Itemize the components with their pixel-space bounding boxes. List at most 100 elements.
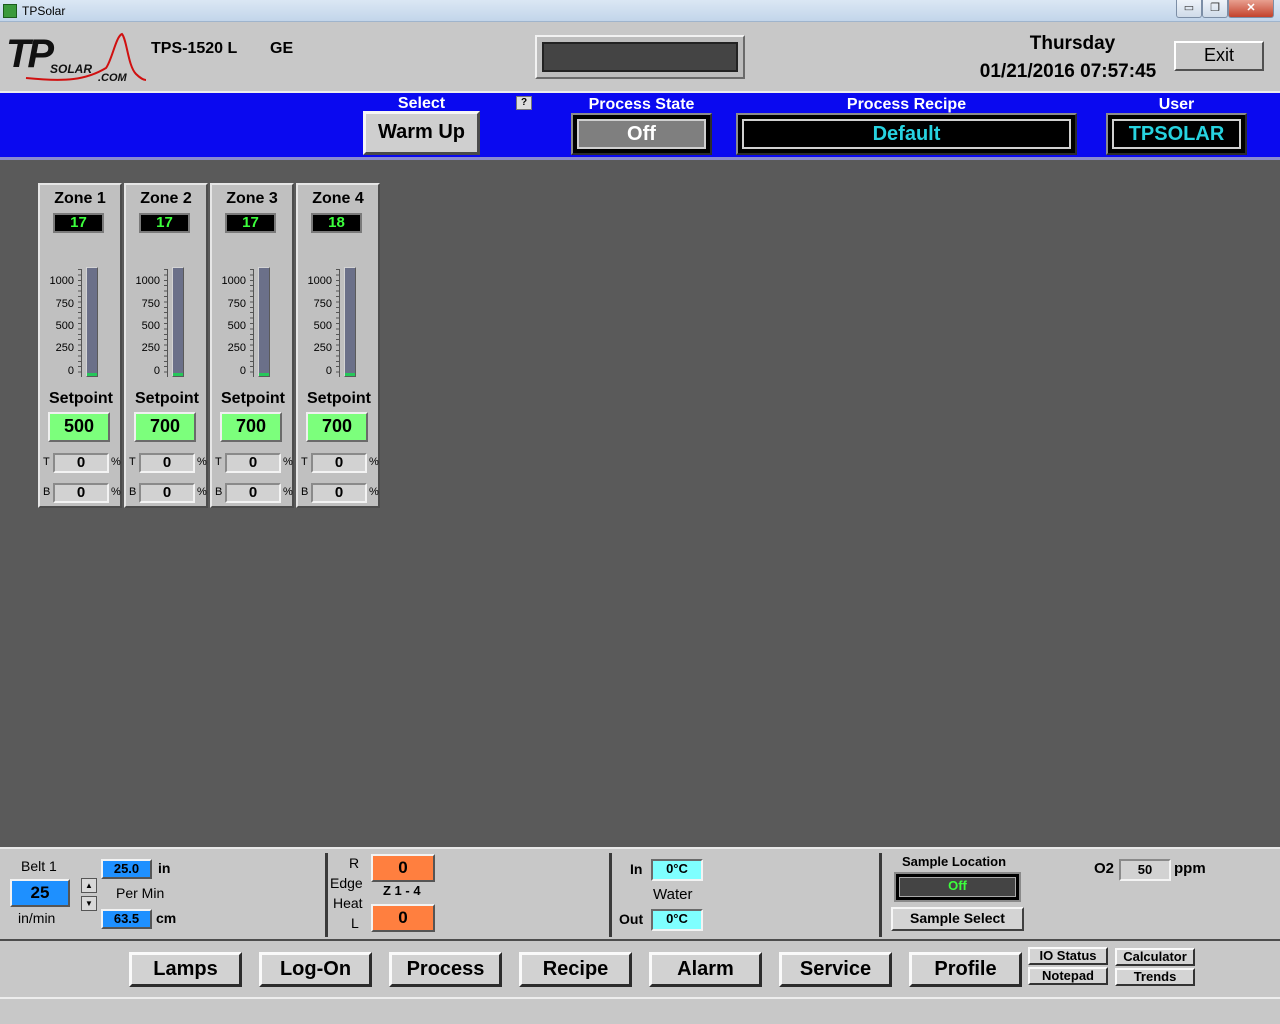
setpoint-label: Setpoint <box>135 390 199 407</box>
user-value: TPSOLAR <box>1112 119 1241 149</box>
bottom-power-value: 0 <box>311 483 367 503</box>
zone-title: Zone 1 <box>54 190 106 207</box>
warm-up-button[interactable]: Warm Up <box>363 111 480 155</box>
process-recipe-label: Process Recipe <box>846 96 967 113</box>
o2-unit: ppm <box>1174 860 1206 877</box>
process-state-display: Off <box>571 113 712 155</box>
heat-label: Heat <box>333 895 363 911</box>
edge-label: Edge <box>330 875 363 891</box>
scale-label: 500 <box>313 320 332 332</box>
sample-state-value: Off <box>899 877 1016 897</box>
setpoint-input[interactable]: 500 <box>48 412 110 442</box>
water-in-label: In <box>630 861 643 877</box>
navigation-bar: Lamps Log-On Process Recipe Alarm Servic… <box>0 939 1280 997</box>
gauge-fill <box>173 373 183 376</box>
calculator-button[interactable]: Calculator <box>1115 948 1195 966</box>
scale-label: 1000 <box>49 275 74 287</box>
zone-title: Zone 2 <box>140 190 192 207</box>
current-datetime: 01/21/2016 07:57:45 <box>979 61 1157 82</box>
io-status-button[interactable]: IO Status <box>1028 947 1108 965</box>
belt-decrease-icon[interactable]: ▼ <box>81 896 97 911</box>
scale-label: 250 <box>141 342 160 354</box>
zone-card-3: Zone 3 17 1000 750 500 250 0 Setpoint 70… <box>210 183 294 508</box>
o2-value: 50 <box>1119 859 1171 881</box>
user-label: User <box>1158 96 1195 113</box>
belt-speed-input[interactable]: 25 <box>10 879 70 907</box>
top-label: T <box>215 456 222 468</box>
water-label: Water <box>653 886 693 903</box>
scale-label: 500 <box>141 320 160 332</box>
bottom-label: B <box>215 486 223 498</box>
edge-heat-right-value[interactable]: 0 <box>371 854 435 882</box>
scale-label: 0 <box>153 365 160 377</box>
gauge-ticks <box>164 269 168 377</box>
bottom-label: B <box>43 486 51 498</box>
alarm-button[interactable]: Alarm <box>649 952 762 987</box>
setpoint-label: Setpoint <box>221 390 285 407</box>
setpoint-input[interactable]: 700 <box>134 412 196 442</box>
trends-button[interactable]: Trends <box>1115 968 1195 986</box>
help-icon[interactable]: ? <box>516 96 532 110</box>
maximize-button[interactable]: ❐ <box>1202 0 1228 18</box>
service-button[interactable]: Service <box>779 952 892 987</box>
scale-label: 1000 <box>307 275 332 287</box>
scale-label: 500 <box>227 320 246 332</box>
scale-label: 750 <box>227 298 246 310</box>
top-label: T <box>301 456 308 468</box>
belt-cm-unit: cm <box>156 910 177 926</box>
bottom-label: B <box>129 486 137 498</box>
edge-heat-left-value[interactable]: 0 <box>371 904 435 932</box>
profile-button[interactable]: Profile <box>909 952 1022 987</box>
gauge-fill <box>259 373 269 376</box>
logo-tp-text: TP <box>6 32 54 76</box>
message-display <box>535 35 745 79</box>
footer-bar <box>0 997 1280 1024</box>
lamps-button[interactable]: Lamps <box>129 952 242 987</box>
top-power-value: 0 <box>139 453 195 473</box>
process-button[interactable]: Process <box>389 952 502 987</box>
header-panel: TP SOLAR .COM TPS-1520 L GE Thursday 01/… <box>0 22 1280 92</box>
setpoint-input[interactable]: 700 <box>306 412 368 442</box>
gauge-fill <box>87 373 97 376</box>
machine-model: TPS-1520 L <box>151 40 238 57</box>
minimize-button[interactable]: ▭ <box>1176 0 1202 18</box>
user-display: TPSOLAR <box>1106 113 1247 155</box>
sample-select-button[interactable]: Sample Select <box>891 907 1024 931</box>
logo-com-text: .COM <box>98 72 127 84</box>
top-percent: % <box>369 456 379 468</box>
scale-label: 0 <box>325 365 332 377</box>
belt-label: Belt 1 <box>21 858 57 874</box>
exit-button[interactable]: Exit <box>1174 41 1264 71</box>
belt-in-unit: in <box>158 860 171 876</box>
top-power-value: 0 <box>53 453 109 473</box>
scale-label: 1000 <box>135 275 160 287</box>
divider <box>609 853 612 937</box>
scale-label: 250 <box>313 342 332 354</box>
scale-label: 750 <box>141 298 160 310</box>
divider <box>879 853 882 937</box>
zone-title: Zone 4 <box>312 190 364 207</box>
temperature-gauge <box>344 267 356 377</box>
setpoint-input[interactable]: 700 <box>220 412 282 442</box>
message-display-screen <box>542 42 738 72</box>
log-on-button[interactable]: Log-On <box>259 952 372 987</box>
belt-speed-in: 25.0 <box>101 859 152 879</box>
zone-card-2: Zone 2 17 1000 750 500 250 0 Setpoint 70… <box>124 183 208 508</box>
recipe-button[interactable]: Recipe <box>519 952 632 987</box>
water-in-temp: 0°C <box>651 859 703 881</box>
scale-label: 750 <box>55 298 74 310</box>
temperature-gauge <box>258 267 270 377</box>
notepad-button[interactable]: Notepad <box>1028 967 1108 985</box>
belt-per-min: Per Min <box>116 885 165 901</box>
sample-state-display: Off <box>894 872 1021 902</box>
close-button[interactable]: ✕ <box>1228 0 1274 18</box>
sample-location-label: Sample Location <box>902 854 1007 869</box>
setpoint-label: Setpoint <box>307 390 371 407</box>
process-state-value: Off <box>577 119 706 149</box>
top-percent: % <box>111 456 121 468</box>
zone-temperature: 17 <box>53 213 104 233</box>
belt-increase-icon[interactable]: ▲ <box>81 878 97 893</box>
top-power-value: 0 <box>311 453 367 473</box>
o2-label: O2 <box>1094 860 1115 877</box>
machine-model-suffix: GE <box>270 40 294 57</box>
